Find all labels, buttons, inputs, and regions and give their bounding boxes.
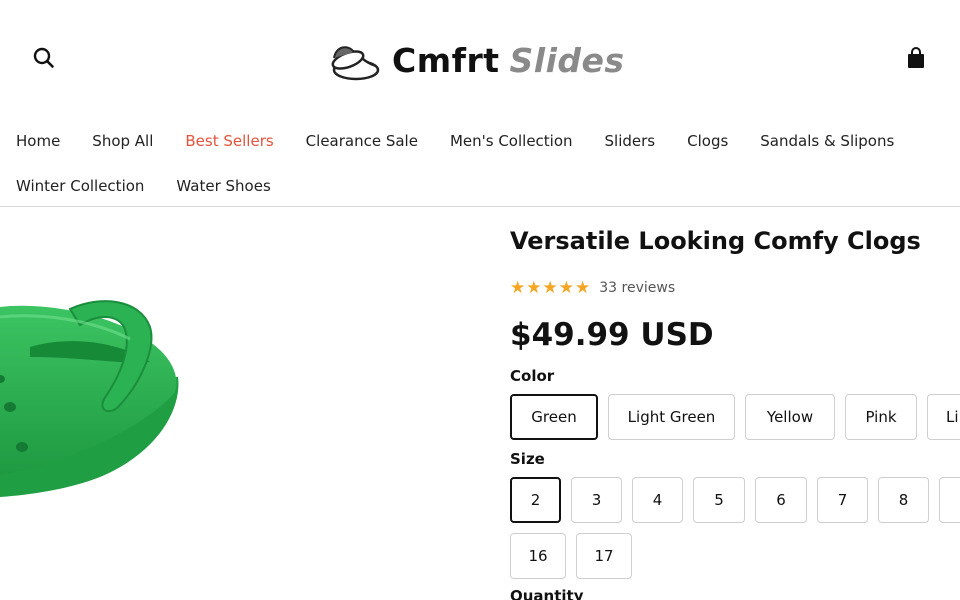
size-option-partial[interactable]: [939, 477, 960, 523]
nav-row-primary: Home Shop All Best Sellers Clearance Sal…: [16, 118, 946, 163]
nav-item-shop-all[interactable]: Shop All: [92, 132, 153, 150]
color-option-partial[interactable]: Li: [927, 394, 960, 440]
site-header: Cmfrt Slides Home Shop All Best Sellers …: [0, 0, 960, 207]
nav-item-mens-collection[interactable]: Men's Collection: [450, 132, 573, 150]
product-info: Versatile Looking Comfy Clogs ★ ★ ★ ★ ★ …: [510, 207, 960, 600]
size-option[interactable]: 6: [755, 477, 807, 523]
brand-logo[interactable]: Cmfrt Slides: [314, 30, 644, 90]
product-image[interactable]: [0, 207, 480, 600]
star-icon: ★: [510, 278, 526, 298]
size-options-row2: 16 17: [510, 533, 642, 579]
nav-item-sliders[interactable]: Sliders: [605, 132, 656, 150]
size-option[interactable]: 17: [576, 533, 632, 579]
color-option-light-green[interactable]: Light Green: [608, 394, 735, 440]
color-option-yellow[interactable]: Yellow: [745, 394, 835, 440]
brand-name-secondary: Slides: [509, 40, 625, 80]
size-option[interactable]: 4: [632, 477, 683, 523]
shopping-bag-icon: [908, 47, 924, 68]
search-icon: [33, 47, 54, 68]
size-options-row1: 2 3 4 5 6 7 8: [510, 477, 960, 523]
nav-item-water-shoes[interactable]: Water Shoes: [176, 177, 270, 195]
size-option[interactable]: 8: [878, 477, 929, 523]
slippers-icon: [331, 46, 380, 81]
product-title: Versatile Looking Comfy Clogs: [510, 227, 921, 255]
size-label: Size: [510, 450, 545, 468]
nav-item-best-sellers[interactable]: Best Sellers: [185, 132, 273, 150]
product-rating[interactable]: ★ ★ ★ ★ ★ 33 reviews: [510, 279, 675, 297]
main-navigation: Home Shop All Best Sellers Clearance Sal…: [16, 118, 946, 208]
star-icon: ★: [575, 278, 591, 298]
nav-row-secondary: Winter Collection Water Shoes: [16, 163, 946, 208]
size-option[interactable]: 7: [817, 477, 868, 523]
nav-item-clogs[interactable]: Clogs: [687, 132, 728, 150]
clog-image: [0, 300, 179, 497]
reviews-count[interactable]: 33 reviews: [599, 280, 675, 296]
star-icon: ★: [542, 278, 558, 298]
nav-item-sandals-slipons[interactable]: Sandals & Slipons: [760, 132, 894, 150]
size-option[interactable]: 3: [571, 477, 622, 523]
brand-name-primary: Cmfrt: [392, 40, 500, 80]
cart-button[interactable]: [904, 46, 928, 70]
star-icon: ★: [526, 278, 542, 298]
size-option[interactable]: 16: [510, 533, 566, 579]
search-button[interactable]: [32, 46, 56, 70]
nav-item-clearance-sale[interactable]: Clearance Sale: [306, 132, 418, 150]
quantity-label: Quantity: [510, 587, 584, 600]
nav-item-winter-collection[interactable]: Winter Collection: [16, 177, 144, 195]
nav-item-home[interactable]: Home: [16, 132, 60, 150]
star-icon: ★: [558, 278, 574, 298]
product-price: $49.99 USD: [510, 317, 714, 353]
size-option[interactable]: 2: [510, 477, 561, 523]
color-options: Green Light Green Yellow Pink Li: [510, 394, 960, 440]
color-option-green[interactable]: Green: [510, 394, 598, 440]
color-option-pink[interactable]: Pink: [845, 394, 917, 440]
color-label: Color: [510, 367, 555, 385]
size-option[interactable]: 5: [693, 477, 745, 523]
